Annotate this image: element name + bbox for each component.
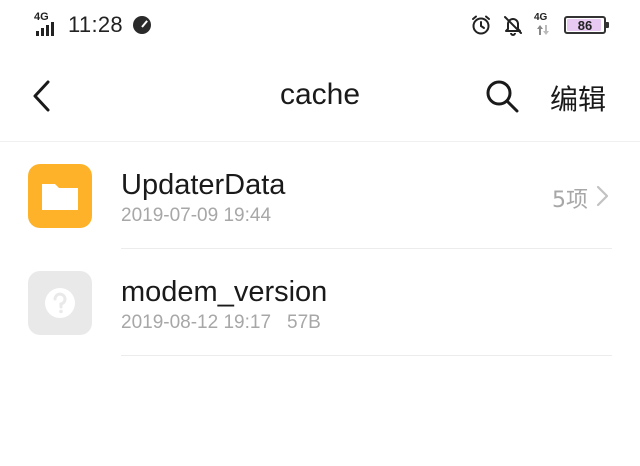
- file-name: UpdaterData: [121, 169, 286, 201]
- status-bar-left: 4G 11:28: [34, 10, 151, 40]
- file-size: 57B: [287, 312, 321, 333]
- header: cache 编辑: [0, 50, 640, 142]
- file-date: 2019-07-09 19:44: [121, 205, 272, 226]
- notification-app-icon: [132, 16, 151, 34]
- divider: [121, 355, 612, 356]
- mute-notification-icon: [502, 14, 524, 36]
- network-type-label-right: 4G: [534, 12, 548, 23]
- file-name: modem_version: [121, 276, 328, 308]
- search-button[interactable]: [482, 76, 522, 116]
- battery-icon: 86: [564, 16, 609, 34]
- battery-level: 86: [577, 17, 593, 33]
- file-meta: 2019-07-09 19:44: [121, 205, 271, 227]
- list-item[interactable]: UpdaterData 2019-07-09 19:44 5项: [0, 142, 640, 249]
- status-bar: 4G 11:28 4G 86: [0, 0, 640, 50]
- chevron-right-icon: [596, 185, 609, 207]
- status-bar-right: 4G 86: [470, 11, 609, 39]
- page-title: cache: [279, 78, 361, 111]
- folder-icon: [28, 164, 92, 228]
- file-date: 2019-08-12 19:17: [121, 312, 272, 333]
- unknown-file-icon: [28, 271, 92, 335]
- file-list: UpdaterData 2019-07-09 19:44 5项 modem_ve…: [0, 142, 640, 356]
- list-item[interactable]: modem_version 2019-08-12 19:17 57B: [0, 249, 640, 356]
- alarm-icon: [470, 14, 492, 36]
- clock: 11:28: [68, 12, 123, 37]
- file-meta: 2019-08-12 19:17 57B: [121, 312, 321, 334]
- item-count: 5项: [552, 188, 588, 213]
- cellular-signal-icon: 4G: [34, 12, 62, 38]
- edit-button[interactable]: 编辑: [550, 78, 606, 118]
- data-signal-icon: 4G: [534, 13, 554, 37]
- search-icon: [486, 80, 519, 113]
